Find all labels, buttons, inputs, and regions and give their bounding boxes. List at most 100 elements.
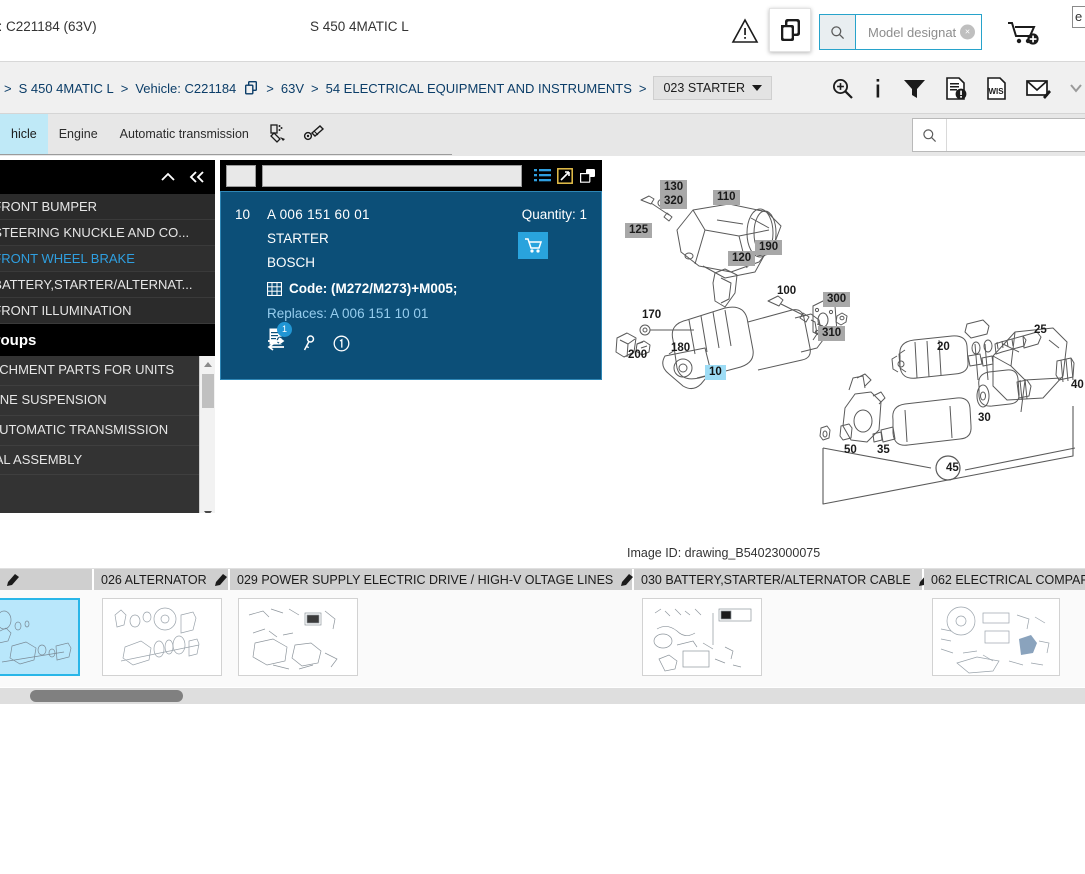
group-search-box[interactable] <box>912 118 1085 152</box>
drawing-label-30[interactable]: 30 <box>974 411 995 426</box>
search-icon[interactable] <box>913 119 947 151</box>
part-card-body[interactable]: 10 A 006 151 60 01 STARTER BOSCH Code: (… <box>220 191 602 380</box>
thumbnail-item-power-supply[interactable]: 029 POWER SUPPLY ELECTRIC DRIVE / HIGH-V… <box>230 569 634 676</box>
thumbnail-caption[interactable]: 026 ALTERNATOR <box>94 569 230 590</box>
search-icon[interactable] <box>820 15 856 49</box>
part-replaces-label[interactable]: Replaces: A 006 151 10 01 <box>267 306 457 321</box>
group-row-battery-starter[interactable]: 030 BATTERY,STARTER/ALTERNAT... <box>0 272 215 298</box>
thumbnail-caption[interactable]: 029 POWER SUPPLY ELECTRIC DRIVE / HIGH-V… <box>230 569 634 590</box>
drawing-label-25[interactable]: 25 <box>1030 323 1051 338</box>
scroll-up-arrow-icon[interactable] <box>200 356 215 372</box>
drawing-label-50[interactable]: 50 <box>840 443 861 458</box>
thumbnail-caption[interactable]: STARTER <box>0 569 94 590</box>
tab-automatic-transmission[interactable]: Automatic transmission <box>109 114 260 154</box>
clear-search-icon[interactable]: × <box>960 24 975 40</box>
group-row-front-bumper[interactable]: 030 FRONT BUMPER <box>0 194 215 220</box>
drawing-label-170[interactable]: 170 <box>638 308 665 323</box>
scroll-down-arrow-icon[interactable] <box>200 505 215 513</box>
list-item[interactable]: MB AUTOMATIC TRANSMISSION <box>0 416 215 446</box>
drawing-label-190[interactable]: 190 <box>755 240 783 255</box>
zoom-in-icon[interactable] <box>831 77 854 100</box>
edge-panel-label[interactable]: e <box>1072 6 1085 28</box>
group-row-front-illumination[interactable]: 175 FRONT ILLUMINATION <box>0 298 215 324</box>
list-item[interactable]: ENGINE SUSPENSION <box>0 386 215 416</box>
list-view-icon[interactable] <box>534 168 551 183</box>
thumbnail-item-starter[interactable]: STARTER <box>0 569 94 676</box>
info-icon[interactable] <box>871 77 885 100</box>
drawing-label-120[interactable]: 120 <box>728 251 756 266</box>
thumbnail-image[interactable] <box>0 598 80 676</box>
drawing-label-40[interactable]: 40 <box>1067 378 1085 393</box>
bolt-wrench-icon[interactable] <box>296 114 332 154</box>
list-item[interactable]: ATTACHMENT PARTS FOR UNITS <box>0 356 215 386</box>
part-card-select-box[interactable] <box>226 164 256 187</box>
breadcrumb-item-group[interactable]: 54 ELECTRICAL EQUIPMENT AND INSTRUMENTS <box>326 81 632 96</box>
duplicate-icon[interactable] <box>579 168 596 184</box>
breadcrumb-current-dropdown[interactable]: 023 STARTER <box>653 76 772 100</box>
drawing-label-100[interactable]: 100 <box>773 284 800 299</box>
breadcrumb-item-model[interactable]: S 450 4MATIC L <box>19 81 114 96</box>
drawing-label-310[interactable]: 310 <box>818 326 846 341</box>
wis-document-icon[interactable]: WIS <box>985 76 1008 101</box>
drawing-label-300[interactable]: 300 <box>823 292 851 307</box>
chevron-double-left-icon[interactable] <box>187 170 207 184</box>
thumbnail-item-electrical-compartment[interactable]: 062 ELECTRICAL COMPAR <box>924 569 1085 676</box>
drawing-label-200[interactable]: 200 <box>624 348 651 363</box>
part-position-number: 10 <box>235 207 251 222</box>
collapse-chevron-icon[interactable] <box>1069 77 1083 99</box>
drawing-label-110[interactable]: 110 <box>713 190 740 205</box>
edit-pencil-icon[interactable] <box>7 573 20 586</box>
model-search-box[interactable]: Model designat × <box>819 14 982 50</box>
filter-icon[interactable] <box>902 77 927 100</box>
thumbnail-item-battery-cable[interactable]: 030 BATTERY,STARTER/ALTERNATOR CABLE <box>634 569 931 676</box>
part-manufacturer: BOSCH <box>267 255 316 270</box>
group-row-steering-knuckle[interactable]: 030 STEERING KNUCKLE AND CO... <box>0 220 215 246</box>
chevron-up-icon[interactable] <box>159 170 177 184</box>
expand-icon[interactable] <box>557 167 573 184</box>
add-to-cart-icon[interactable] <box>1006 19 1042 47</box>
drawing-label-320[interactable]: 320 <box>660 194 688 209</box>
drawing-label-10-selected[interactable]: 10 <box>705 365 726 380</box>
scrollbar-thumb[interactable] <box>30 690 183 702</box>
document-alert-icon[interactable] <box>944 76 968 101</box>
drawing-label-35[interactable]: 35 <box>873 443 894 458</box>
tab-vehicle[interactable]: hicle <box>0 114 48 154</box>
warning-triangle-icon[interactable] <box>731 18 759 44</box>
part-add-to-cart-button[interactable] <box>518 232 548 259</box>
thumbnail-caption[interactable]: 062 ELECTRICAL COMPAR <box>924 569 1085 590</box>
breadcrumb-item-code[interactable]: 63V <box>281 81 304 96</box>
thumbnail-item-alternator[interactable]: 026 ALTERNATOR <box>94 569 230 676</box>
breadcrumb-item-vehicle[interactable]: Vehicle: C221184 <box>135 81 236 96</box>
vehicle-copy-icon[interactable] <box>243 80 259 96</box>
thumbnail-image[interactable] <box>932 598 1060 676</box>
page-background <box>0 704 1085 874</box>
edit-pencil-icon[interactable] <box>214 573 228 586</box>
drawing-label-130[interactable]: 130 <box>660 180 688 195</box>
drawing-label-125[interactable]: 125 <box>625 223 653 238</box>
thumbnail-image[interactable] <box>102 598 222 676</box>
tab-engine[interactable]: Engine <box>48 114 109 154</box>
drawing-label-180[interactable]: 180 <box>667 341 694 356</box>
paint-spray-icon[interactable] <box>260 114 296 154</box>
drawing-label-20[interactable]: 20 <box>933 340 954 355</box>
mail-edit-icon[interactable] <box>1025 76 1052 100</box>
list-item[interactable]: PEDAL ASSEMBLY <box>0 446 215 476</box>
technical-drawing[interactable]: 130 320 110 125 190 120 100 170 180 200 … <box>605 158 1085 538</box>
part-card-title-field[interactable] <box>262 164 522 187</box>
scrollbar-thumb[interactable] <box>202 374 214 408</box>
swap-arrows-icon[interactable] <box>267 336 285 351</box>
copy-documents-button[interactable] <box>769 8 811 52</box>
edit-pencil-icon[interactable] <box>621 573 634 586</box>
thumbnail-caption[interactable]: 030 BATTERY,STARTER/ALTERNATOR CABLE <box>634 569 931 590</box>
key-icon[interactable] <box>302 335 316 352</box>
thumbnail-image[interactable] <box>238 598 358 676</box>
group-row-label: 030 FRONT WHEEL BRAKE <box>0 251 135 266</box>
group-list-scrollbar[interactable] <box>199 356 215 513</box>
circled-one-icon[interactable] <box>333 335 350 352</box>
thumbnail-horizontal-scrollbar[interactable] <box>0 688 1085 704</box>
tab-engine-label: Engine <box>58 127 98 141</box>
drawing-label-45[interactable]: 45 <box>942 461 963 476</box>
group-row-front-wheel-brake[interactable]: 030 FRONT WHEEL BRAKE <box>0 246 215 272</box>
group-panel-subheader: in groups <box>0 324 215 356</box>
thumbnail-image[interactable] <box>642 598 762 676</box>
